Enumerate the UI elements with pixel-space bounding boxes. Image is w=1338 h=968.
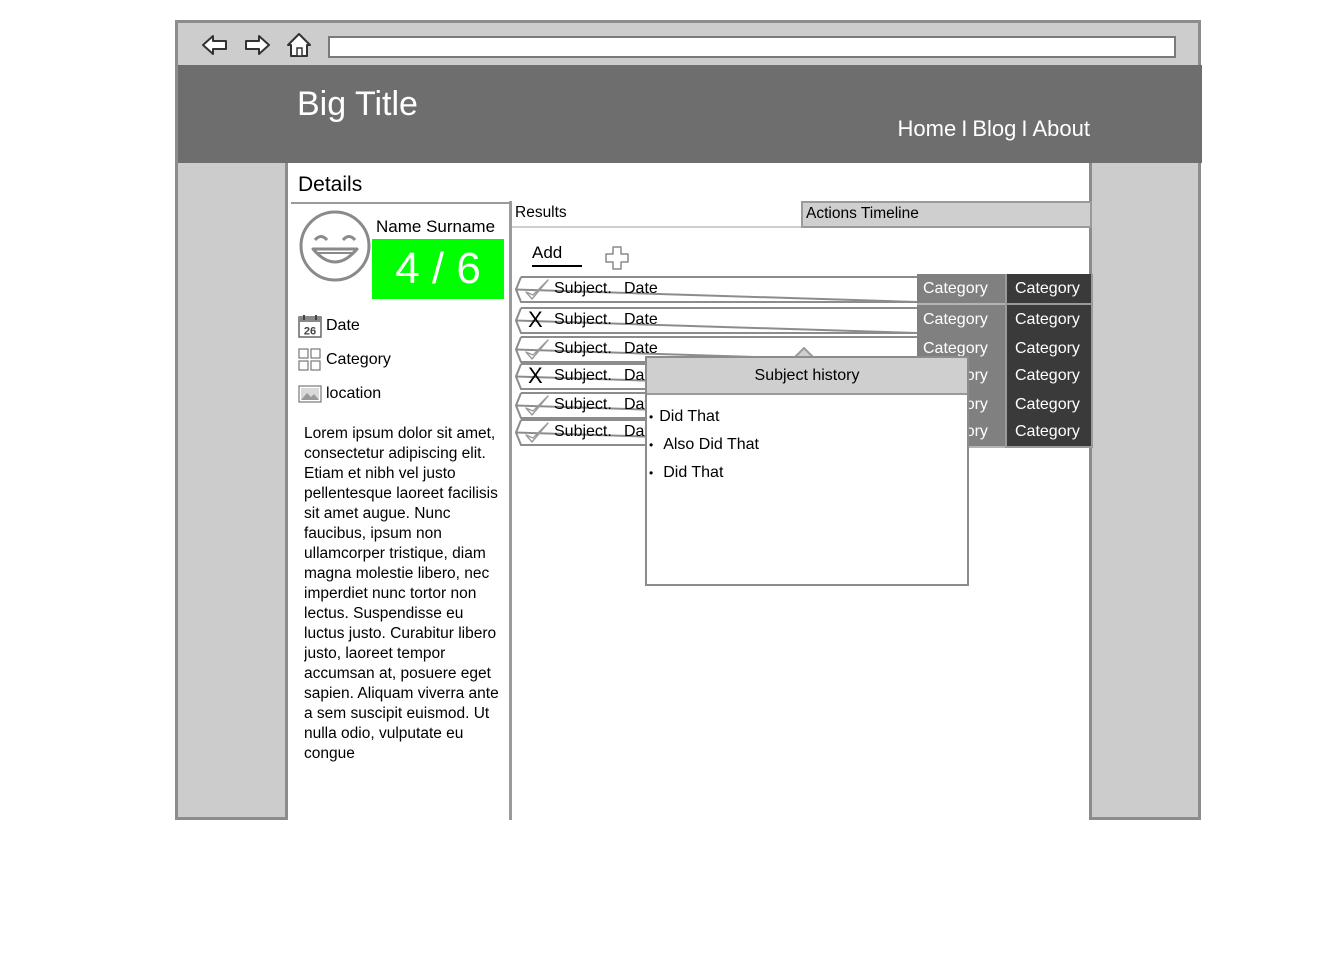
checkmark-icon	[525, 422, 549, 443]
history-list: • Did That • Also Did That • Did That	[649, 408, 759, 492]
row-subject: Subject.	[554, 423, 612, 440]
history-item: • Also Did That	[649, 436, 759, 464]
category-tag[interactable]: Category	[1005, 361, 1093, 392]
nav-separator: I	[1021, 116, 1028, 141]
category-tag[interactable]: Category	[917, 305, 1005, 336]
details-heading: Details	[298, 173, 363, 196]
description-text: Lorem ipsum dolor sit amet, consectetur …	[304, 425, 499, 762]
location-label: location	[326, 385, 382, 402]
category-tag[interactable]: Category	[917, 274, 1005, 305]
result-row[interactable]: Subject. Date CategoryCategory	[515, 274, 1095, 305]
score-badge: 4 / 6	[372, 239, 504, 299]
date-label: Date	[326, 317, 360, 334]
history-item-text: Also Did That	[663, 436, 759, 453]
user-name: Name Surname	[376, 217, 496, 236]
nav-blog-link[interactable]: Blog	[972, 116, 1016, 141]
category-tag[interactable]: Category	[1005, 274, 1093, 305]
row-date: Date	[624, 311, 658, 328]
browser-toolbar	[178, 23, 1198, 65]
popup-title: Subject history	[647, 358, 967, 395]
date-row: 26 Date	[298, 314, 360, 338]
divider	[509, 201, 512, 820]
main-content: Details Name Surname 4 / 6 26 Date Categ…	[285, 163, 1095, 820]
history-item-text: Did That	[663, 464, 724, 481]
row-subject: Subject.	[554, 280, 612, 297]
checkmark-icon	[525, 395, 549, 416]
history-item: • Did That	[649, 408, 759, 436]
x-mark-icon: X	[528, 363, 543, 388]
subject-history-popup: Subject history • Did That • Also Did That…	[645, 356, 969, 586]
browser-window: Big Title Home I Blog I About Details Name S…	[175, 20, 1202, 820]
divider	[291, 202, 512, 204]
row-date: Date	[624, 280, 658, 297]
nav-separator: I	[961, 116, 968, 141]
checkmark-icon	[525, 279, 549, 300]
plus-icon[interactable]	[604, 245, 630, 271]
home-icon[interactable]	[284, 30, 314, 60]
grid-icon	[298, 348, 321, 371]
smiley-avatar-icon	[299, 210, 371, 282]
nav-home-link[interactable]: Home	[898, 116, 957, 141]
back-arrow-icon[interactable]	[200, 30, 230, 60]
url-bar[interactable]	[328, 36, 1176, 58]
bullet-icon: •	[649, 466, 654, 480]
checkmark-icon	[525, 339, 549, 360]
row-subject: Subject.	[554, 311, 612, 328]
bullet-icon: •	[649, 410, 654, 424]
category-tag[interactable]: Category	[1005, 305, 1093, 336]
x-mark-icon: X	[528, 307, 543, 332]
tab-results[interactable]: Results	[512, 201, 801, 228]
row-subject: Subject.	[554, 340, 612, 357]
tab-actions-timeline[interactable]: Actions Timeline	[801, 201, 1092, 228]
image-icon	[298, 385, 322, 403]
history-item: • Did That	[649, 464, 759, 492]
top-navigation: Home I Blog I About	[898, 116, 1090, 142]
category-row: Category	[298, 348, 391, 372]
history-item-text: Did That	[659, 408, 720, 425]
site-header: Big Title Home I Blog I About	[178, 65, 1202, 163]
site-title: Big Title	[297, 85, 418, 123]
result-row[interactable]: X Subject. Date CategoryCategory	[515, 305, 1095, 336]
location-row: location	[298, 382, 381, 406]
row-subject: Subject.	[554, 367, 612, 384]
forward-arrow-icon[interactable]	[242, 30, 272, 60]
bullet-icon: •	[649, 438, 654, 452]
calendar-icon: 26	[298, 315, 322, 338]
nav-about-link[interactable]: About	[1033, 116, 1091, 141]
category-tag[interactable]: Category	[1005, 417, 1093, 448]
add-link[interactable]: Add	[532, 243, 582, 267]
calendar-day: 26	[304, 326, 316, 338]
category-label: Category	[326, 351, 391, 368]
row-subject: Subject.	[554, 396, 612, 413]
